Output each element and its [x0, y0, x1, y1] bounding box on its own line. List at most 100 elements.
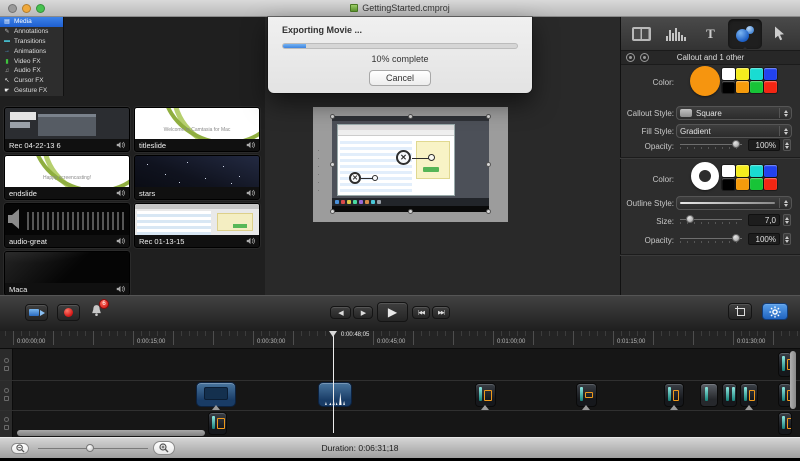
outline-color-well[interactable] — [691, 162, 719, 190]
callout-clip[interactable] — [208, 412, 227, 435]
playhead[interactable] — [333, 331, 334, 433]
bin-menu-item-annotations[interactable]: ✎Annotations — [0, 27, 63, 37]
color-swatch[interactable] — [722, 178, 735, 190]
play-button[interactable]: ▶ — [377, 302, 408, 322]
resize-handle[interactable] — [330, 209, 335, 214]
resize-handle[interactable] — [486, 162, 491, 167]
color-swatch[interactable] — [750, 178, 763, 190]
color-swatch[interactable] — [722, 68, 735, 80]
close-window-button[interactable] — [8, 4, 17, 13]
callout-style-dropdown[interactable]: Square — [676, 106, 792, 120]
track-2-header[interactable] — [0, 380, 13, 410]
stepper[interactable] — [779, 126, 788, 136]
resize-handle[interactable] — [486, 209, 491, 214]
stepper[interactable] — [783, 214, 791, 226]
import-media-button[interactable] — [25, 304, 48, 321]
jump-to-end-button[interactable]: ▶▶| — [432, 306, 450, 319]
callout-clip[interactable] — [740, 383, 758, 407]
bin-menu-item-gesture-fx[interactable]: ☛Gesture FX — [0, 86, 63, 96]
project-settings-button[interactable] — [762, 303, 788, 320]
track-3-header[interactable] — [0, 410, 13, 437]
video-clip[interactable] — [196, 382, 236, 407]
callout-clip[interactable] — [576, 383, 597, 407]
outline-opacity-slider[interactable] — [680, 234, 742, 244]
zoom-window-button[interactable] — [36, 4, 45, 13]
color-swatch[interactable] — [736, 178, 749, 190]
callout-marker[interactable]: ✕ — [396, 150, 411, 165]
zoom-out-timeline-button[interactable] — [11, 443, 29, 454]
minimize-window-button[interactable] — [22, 4, 31, 13]
color-swatch[interactable] — [764, 68, 777, 80]
callout-clip[interactable] — [778, 412, 792, 435]
step-forward-button[interactable]: ▶ — [353, 306, 373, 319]
resize-handle[interactable] — [408, 114, 413, 119]
outline-opacity-value[interactable]: 100% — [748, 233, 780, 245]
resize-handle[interactable] — [408, 209, 413, 214]
bin-menu-item-animations[interactable]: →Animations — [0, 46, 63, 56]
track-1-header[interactable] — [0, 349, 13, 380]
vertical-scrollbar[interactable] — [790, 351, 796, 409]
playhead-handle[interactable] — [329, 331, 337, 337]
media-item[interactable]: Rec 01-13-15 — [134, 203, 260, 248]
tab-audio-properties[interactable] — [659, 19, 694, 49]
media-item[interactable]: Welcome to Camtasia for Mac titleslide — [134, 107, 260, 152]
callout-anchor[interactable] — [428, 154, 435, 161]
callout-anchor[interactable] — [372, 175, 378, 181]
stepper[interactable] — [783, 233, 791, 245]
canvas-stage[interactable] — [313, 107, 508, 222]
tab-callout-properties[interactable] — [728, 19, 763, 49]
outline-size-slider[interactable] — [680, 215, 742, 225]
outline-style-dropdown[interactable] — [676, 196, 792, 210]
media-item[interactable]: stars — [134, 155, 260, 200]
horizontal-scrollbar[interactable] — [17, 430, 205, 436]
color-swatch[interactable] — [764, 81, 777, 93]
slider-knob[interactable] — [86, 444, 94, 452]
video-preview[interactable] — [332, 116, 489, 212]
video-clip[interactable] — [318, 382, 352, 407]
color-swatch[interactable] — [750, 165, 763, 177]
fill-color-well[interactable] — [690, 66, 720, 96]
color-swatch[interactable] — [764, 165, 777, 177]
color-swatch[interactable] — [736, 81, 749, 93]
resize-handle[interactable] — [330, 162, 335, 167]
stepper[interactable] — [779, 108, 788, 118]
color-swatch[interactable] — [736, 165, 749, 177]
stepper[interactable] — [783, 139, 791, 151]
media-item[interactable]: audio-great — [4, 203, 130, 248]
slider-knob[interactable] — [732, 234, 740, 242]
record-button[interactable] — [57, 304, 80, 321]
color-swatch[interactable] — [764, 178, 777, 190]
global-properties-icon[interactable] — [626, 53, 635, 62]
zoom-in-timeline-button[interactable] — [153, 441, 175, 455]
stepper[interactable] — [779, 198, 788, 208]
color-swatch[interactable] — [750, 68, 763, 80]
effect-properties-icon[interactable] — [640, 53, 649, 62]
timeline-ruler[interactable]: 0:00:00;00 0:00:15;00 0:00:30;00 0:00:45… — [0, 331, 800, 349]
media-item[interactable]: Maca — [4, 251, 130, 296]
color-swatch[interactable] — [722, 81, 735, 93]
notifications-button[interactable]: 6 — [90, 304, 104, 320]
bin-menu-item-transitions[interactable]: ▬Transitions — [0, 37, 63, 47]
media-item[interactable]: Happy screencasting! endslide — [4, 155, 130, 200]
color-swatch[interactable] — [736, 68, 749, 80]
slider-knob[interactable] — [686, 215, 694, 223]
timeline-zoom-slider[interactable] — [38, 448, 148, 449]
color-swatch[interactable] — [722, 165, 735, 177]
callout-clip[interactable] — [722, 383, 737, 407]
tab-media-properties[interactable] — [624, 19, 659, 49]
color-swatch[interactable] — [750, 81, 763, 93]
bin-menu-item-media[interactable]: ▤Media — [0, 17, 63, 27]
slider-knob[interactable] — [732, 140, 740, 148]
tab-text-properties[interactable]: T — [693, 19, 728, 49]
bin-menu-item-audio-fx[interactable]: ♫Audio FX — [0, 66, 63, 76]
callout-clip[interactable] — [664, 383, 684, 407]
fill-style-dropdown[interactable]: Gradient — [676, 124, 792, 138]
fill-opacity-value[interactable]: 100% — [748, 139, 780, 151]
tab-cursor-properties[interactable] — [762, 19, 797, 49]
cancel-button[interactable]: Cancel — [369, 70, 431, 86]
jump-to-start-button[interactable]: |◀◀ — [412, 306, 430, 319]
resize-handle[interactable] — [330, 114, 335, 119]
media-item[interactable]: Rec 04-22-13 6 — [4, 107, 130, 152]
outline-size-value[interactable]: 7,0 — [748, 214, 780, 226]
bin-menu-item-cursor-fx[interactable]: ↖Cursor FX — [0, 76, 63, 86]
